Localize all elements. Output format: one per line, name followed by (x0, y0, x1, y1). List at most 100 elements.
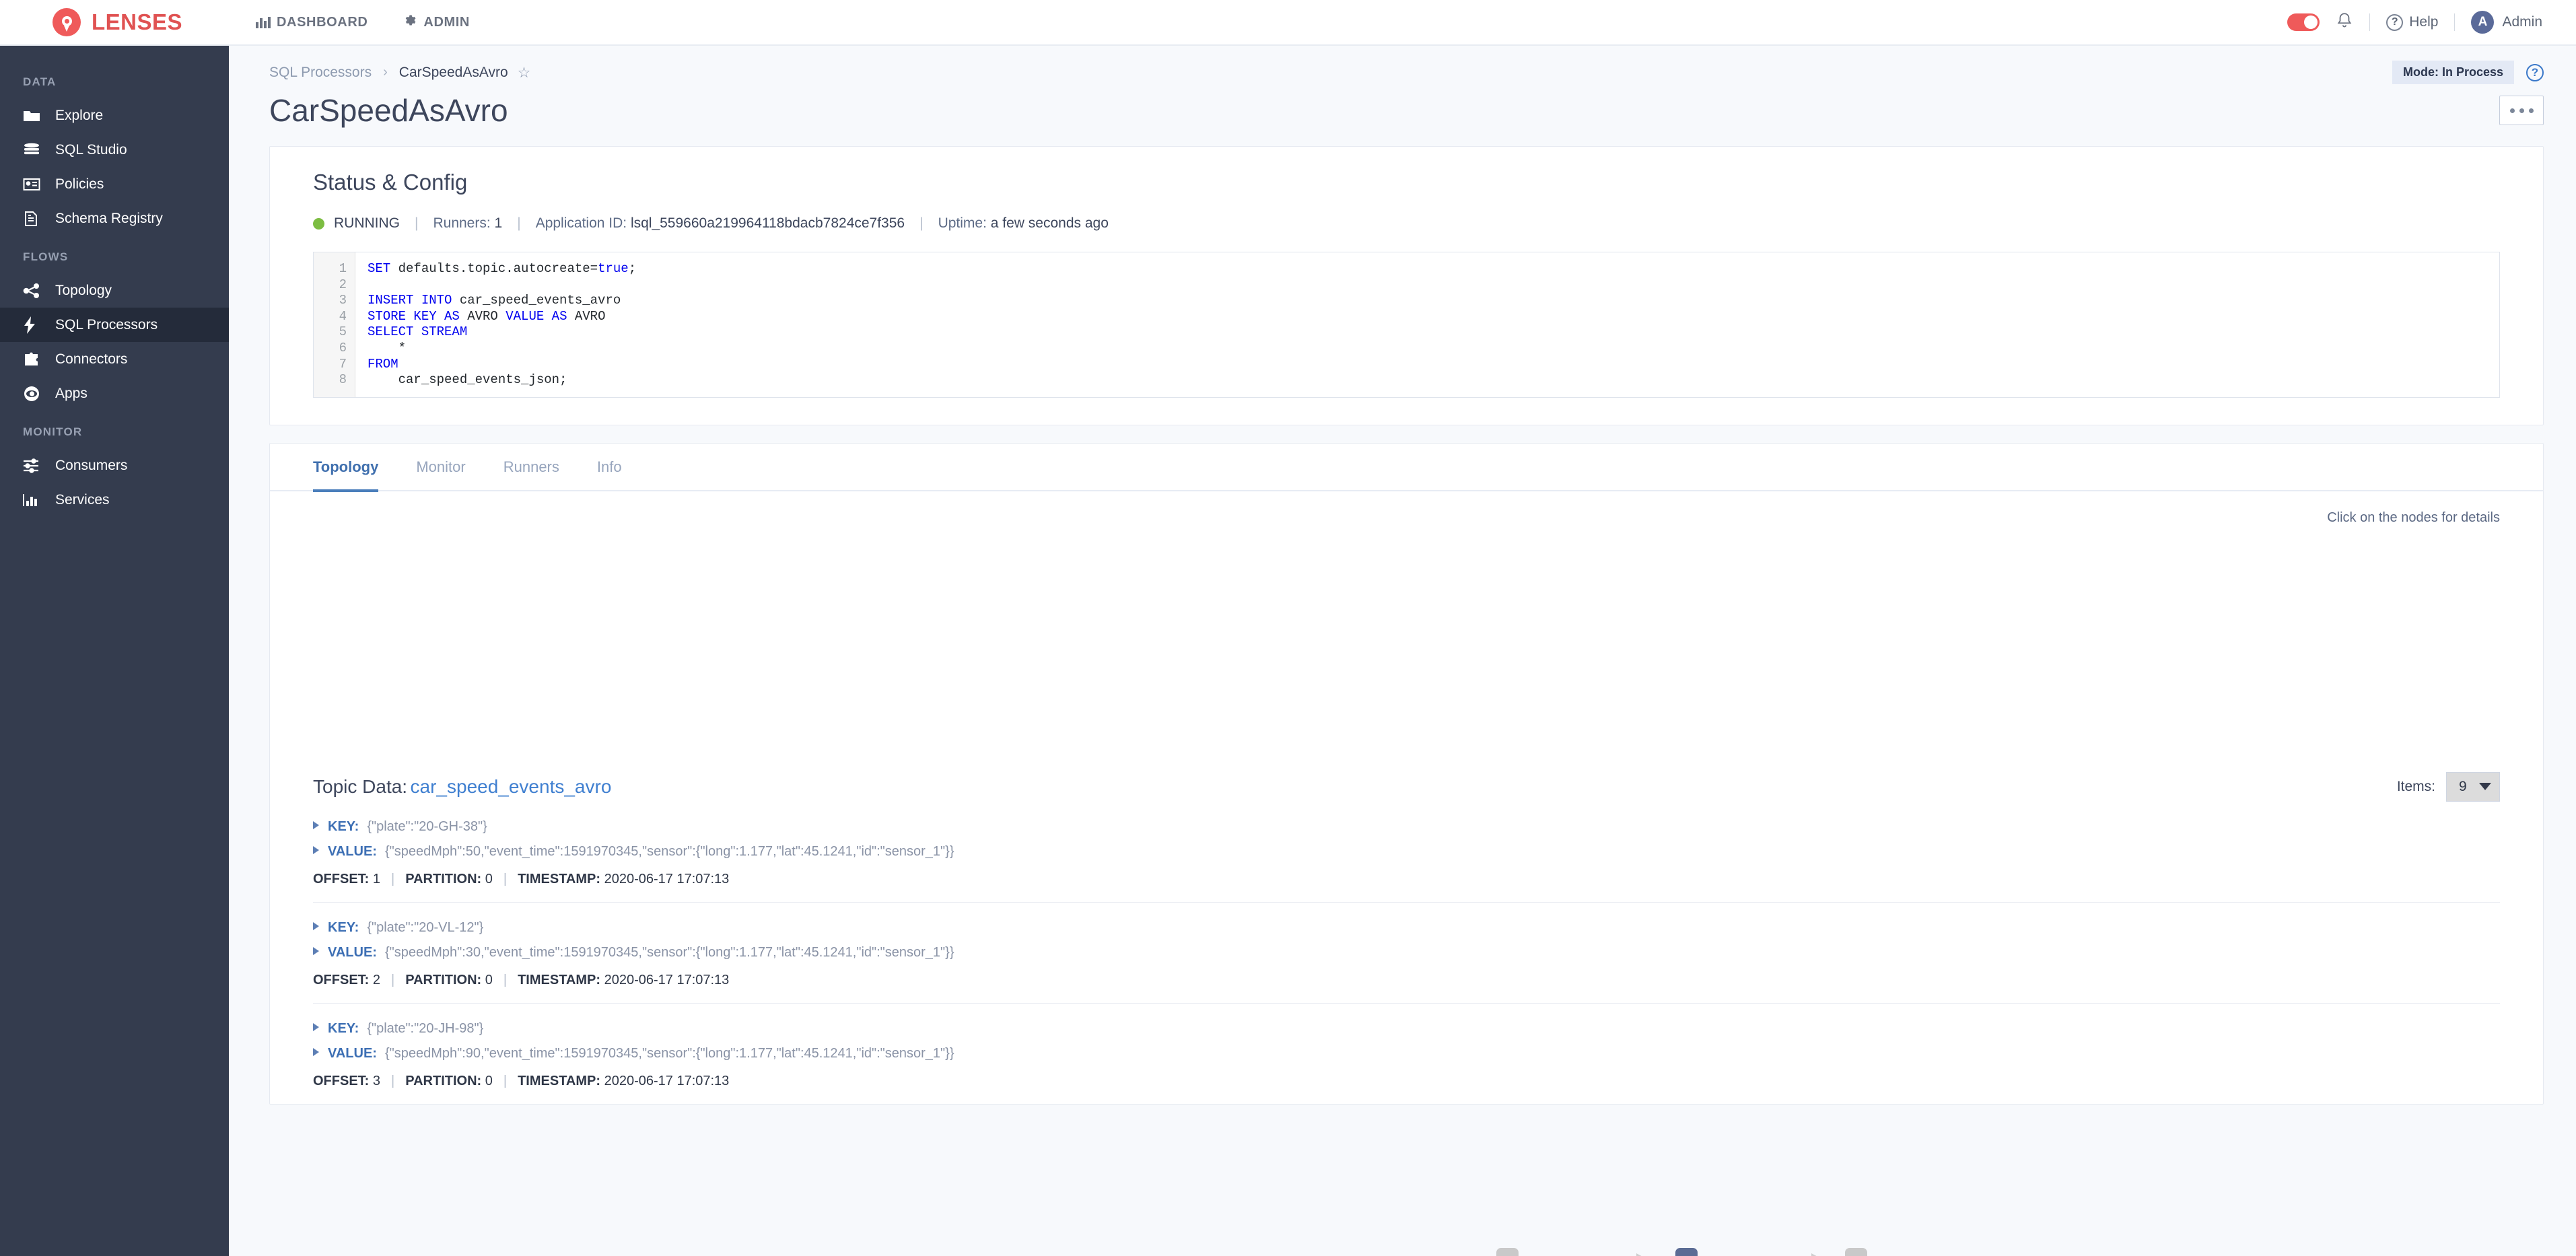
divider (2369, 13, 2371, 31)
node-box-topic[interactable] (1496, 1247, 1519, 1256)
sidebar-item-connectors[interactable]: Connectors (0, 342, 229, 376)
mode-area: Mode: In Process ? (2392, 61, 2544, 84)
sidebar-item-label: SQL Processors (55, 316, 158, 333)
line-number: 7 (339, 356, 347, 372)
mode-help-icon[interactable]: ? (2526, 63, 2544, 81)
record-list: KEY: {"plate":"20-GH-38"} VALUE: {"speedMph… (270, 819, 2543, 1104)
expand-triangle-icon[interactable] (313, 821, 319, 829)
tab-topology[interactable]: Topology (313, 444, 379, 492)
timestamp-value: 2020-06-17 17:07:13 (604, 871, 730, 886)
record-value-label: VALUE: (328, 843, 377, 859)
database-icon (23, 141, 42, 159)
top-nav-admin[interactable]: ADMIN (403, 13, 470, 31)
partition-label: PARTITION: (405, 972, 482, 987)
expand-triangle-icon[interactable] (313, 845, 319, 854)
line-number: 2 (339, 277, 347, 292)
chevron-down-icon (2479, 783, 2491, 791)
top-nav-admin-label: ADMIN (423, 14, 470, 30)
topology-node-topic-sink[interactable]: TOPIC car_speed_events_avro (1845, 1247, 1867, 1256)
code-line: SET defaults.topic.autocreate=true; (368, 261, 637, 276)
sidebar-item-label: Services (55, 491, 110, 508)
line-number: 8 (339, 372, 347, 388)
offset-value: 3 (372, 1073, 381, 1088)
expand-triangle-icon[interactable] (313, 946, 319, 955)
sql-code-block[interactable]: 12345678 SET defaults.topic.autocreate=t… (313, 252, 2500, 398)
expand-triangle-icon[interactable] (313, 921, 319, 930)
node-box-topic[interactable] (1845, 1247, 1867, 1256)
partition-label: PARTITION: (405, 1073, 482, 1088)
brand-name: LENSES (92, 9, 183, 34)
sidebar-item-sql-studio[interactable]: SQL Studio (0, 133, 229, 167)
application-id-value: lsql_559660a219964118bdacb7824ce7f356 (630, 215, 905, 231)
document-icon (23, 210, 42, 228)
record-key-label: KEY: (328, 818, 359, 834)
record-value-row: VALUE: {"speedMph":30,"event_time":159197… (313, 945, 2500, 961)
runners-label: Runners: (433, 215, 491, 231)
topology-node-topic-source[interactable]: TOPIC car_speed_events_json (1496, 1247, 1519, 1256)
record-item: KEY: {"plate":"20-GH-38"} VALUE: {"speedMph… (313, 819, 2500, 902)
sidebar-item-label: Connectors (55, 351, 128, 367)
arrow-icon (1636, 1253, 1648, 1256)
application-id-label: Application ID: (535, 215, 627, 231)
timestamp-value: 2020-06-17 17:07:13 (604, 972, 730, 987)
record-key-row: KEY: {"plate":"20-JH-98"} (313, 1021, 2500, 1037)
topology-hint: Click on the nodes for details (2327, 510, 2500, 525)
sidebar-item-topology[interactable]: Topology (0, 273, 229, 308)
tab-info[interactable]: Info (597, 444, 622, 490)
expand-triangle-icon[interactable] (313, 1022, 319, 1031)
topology-node-stream[interactable]: STREAM (1675, 1247, 1698, 1256)
sidebar-section-monitor: MONITOR (23, 425, 83, 438)
user-menu[interactable]: A Admin (2471, 11, 2542, 34)
topic-data-topic-link[interactable]: car_speed_events_avro (411, 776, 612, 798)
top-bar: LENSES DASHBOARD ADMIN ? Help A Admin (0, 0, 2576, 46)
bar-chart-icon (256, 16, 271, 28)
share-nodes-icon (23, 282, 42, 300)
node-box-stream[interactable] (1675, 1247, 1698, 1256)
line-number-gutter: 12345678 (314, 252, 355, 397)
partition-value: 0 (485, 1073, 493, 1088)
brand-logo[interactable]: LENSES (53, 8, 221, 36)
tab-runners[interactable]: Runners (503, 444, 559, 490)
help-button[interactable]: ? Help (2386, 13, 2438, 31)
sidebar-item-apps[interactable]: Apps (0, 376, 229, 411)
sidebar-item-schema-registry[interactable]: Schema Registry (0, 201, 229, 236)
uptime-value: a few seconds ago (990, 215, 1109, 231)
favorite-star-icon[interactable]: ☆ (518, 64, 531, 81)
offset-value: 1 (372, 871, 381, 886)
separator: | (517, 215, 521, 231)
sidebar-item-sql-processors[interactable]: SQL Processors (0, 308, 229, 342)
items-value: 9 (2459, 778, 2467, 794)
sidebar-item-consumers[interactable]: Consumers (0, 448, 229, 483)
partition-value: 0 (485, 972, 493, 987)
timestamp-label: TIMESTAMP: (518, 972, 601, 987)
line-number: 4 (339, 308, 347, 324)
sidebar-item-services[interactable]: Services (0, 483, 229, 517)
bell-icon[interactable] (2336, 11, 2353, 34)
record-key-label: KEY: (328, 919, 359, 935)
top-nav-dashboard-label: DASHBOARD (277, 14, 368, 30)
sidebar-item-explore[interactable]: Explore (0, 98, 229, 133)
record-value-value: {"speedMph":50,"event_time":1591970345,"… (384, 843, 954, 859)
timestamp-label: TIMESTAMP: (518, 871, 601, 886)
theme-toggle[interactable] (2287, 13, 2320, 31)
record-value-value: {"speedMph":30,"event_time":1591970345,"… (384, 944, 954, 960)
breadcrumb: SQL Processors › CarSpeedAsAvro ☆ Mode: … (229, 46, 2576, 84)
sidebar-item-label: Consumers (55, 457, 128, 473)
separator: | (415, 215, 419, 231)
topic-data-title: Topic Data: (313, 775, 408, 797)
ellipsis-icon[interactable] (2499, 96, 2544, 125)
mode-badge: Mode: In Process (2392, 61, 2514, 84)
breadcrumb-parent[interactable]: SQL Processors (269, 65, 372, 81)
offset-label: OFFSET: (313, 1073, 370, 1088)
sidebar-item-policies[interactable]: Policies (0, 167, 229, 201)
status-state: RUNNING (334, 215, 400, 231)
sidebar: DATA Explore SQL Studio Policies Schema … (0, 46, 229, 1256)
uptime-label: Uptime: (938, 215, 987, 231)
tab-monitor[interactable]: Monitor (416, 444, 465, 490)
top-nav-dashboard[interactable]: DASHBOARD (256, 15, 368, 30)
expand-triangle-icon[interactable] (313, 1047, 319, 1056)
items-select[interactable]: 9 (2446, 771, 2500, 802)
record-key-row: KEY: {"plate":"20-GH-38"} (313, 819, 2500, 835)
timestamp-label: TIMESTAMP: (518, 1073, 601, 1088)
record-item: KEY: {"plate":"20-VL-12"} VALUE: {"speedMph… (313, 901, 2500, 1003)
